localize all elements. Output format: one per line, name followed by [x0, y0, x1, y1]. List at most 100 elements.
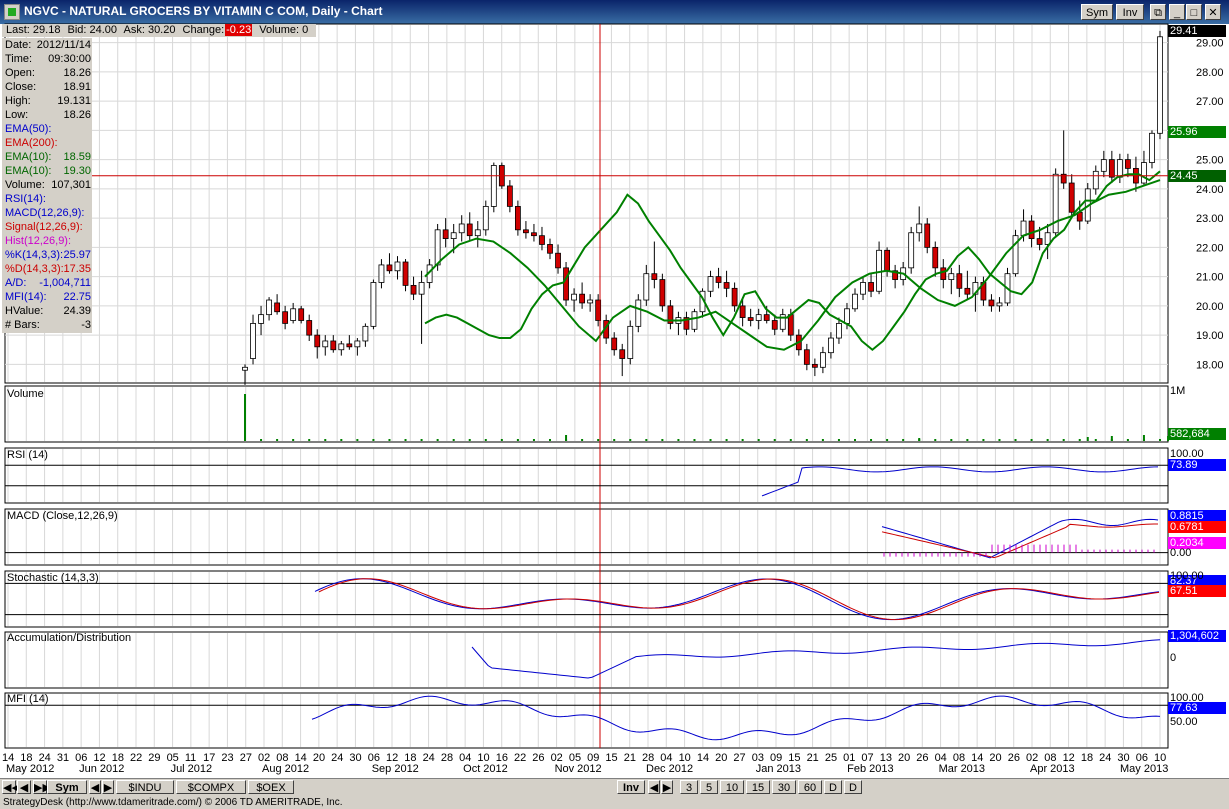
- data-window-label: # Bars:: [5, 319, 40, 331]
- bottom-toolbar: ◀◀ ◀ ▶▶ Sym ◀ ▶ $INDU $COMPX $OEX Inv ◀ ▶ …: [0, 778, 1229, 796]
- candle-body: [474, 229, 481, 237]
- candle-body: [964, 287, 971, 295]
- inv-tab-button[interactable]: Inv: [617, 780, 645, 794]
- data-window-label: Time:: [5, 53, 33, 65]
- data-window-label: Low:: [5, 109, 29, 121]
- data-window-label: A/D:: [5, 277, 27, 289]
- candle-body: [1116, 159, 1123, 178]
- period-tab[interactable]: 15: [746, 780, 770, 794]
- price-axis-label: 27.00: [1196, 96, 1224, 108]
- data-window-row: MFI(14): 22.75: [5, 290, 91, 304]
- date-axis-day: 20: [715, 752, 728, 764]
- data-window-label: HValue:: [5, 305, 44, 317]
- data-window-row: EMA(200):: [5, 136, 91, 150]
- data-window-value: 22.75: [63, 291, 91, 303]
- date-axis-day: 20: [312, 752, 326, 764]
- candle-body: [924, 223, 931, 248]
- candle-body: [811, 363, 818, 368]
- candle-body: [627, 325, 634, 359]
- date-axis-day: 27: [733, 752, 746, 764]
- candle-body: [298, 308, 305, 321]
- candle-body: [1036, 238, 1043, 245]
- tab-prev-icon[interactable]: ◀: [89, 780, 101, 794]
- candle-body: [868, 282, 874, 292]
- chart-area[interactable]: 29.0028.0027.0026.0025.0024.0023.0022.00…: [0, 0, 1229, 809]
- candle-body: [651, 273, 658, 280]
- date-axis-month: Nov 2012: [554, 763, 602, 775]
- ad-pane-label: Accumulation/Distribution: [7, 632, 132, 644]
- data-window-label: %K(14,3,3):: [5, 249, 64, 261]
- data-window-value: 19.30: [63, 165, 91, 177]
- volume-value: Volume: 0: [259, 24, 309, 36]
- candle-body: [739, 305, 746, 318]
- date-axis-day: 18: [1080, 752, 1094, 764]
- data-window-row: Close: 18.91: [5, 80, 91, 94]
- candle-body: [266, 299, 272, 316]
- candle-body: [330, 340, 337, 351]
- data-window-label: Close:: [5, 81, 37, 93]
- candle-body: [996, 302, 1003, 307]
- candle-body: [611, 337, 618, 351]
- symbol-tab[interactable]: $COMPX: [176, 780, 246, 794]
- date-axis-day: 24: [1099, 752, 1112, 764]
- price-axis-label: 21.00: [1196, 272, 1224, 284]
- data-window-label: Date:: [5, 39, 32, 51]
- ask-price: Ask: 30.20: [123, 24, 176, 36]
- period-tab[interactable]: D: [824, 780, 842, 794]
- period-next-icon[interactable]: ▶: [661, 780, 673, 794]
- date-axis-month: Sep 2012: [371, 763, 419, 775]
- mfi-axis-top: 100.00: [1170, 692, 1204, 704]
- data-window-value: -3: [81, 319, 91, 331]
- data-window-row: High: 19.131: [5, 94, 91, 108]
- period-tab[interactable]: 5: [700, 780, 718, 794]
- candle-body: [547, 244, 553, 254]
- candle-body: [314, 334, 321, 348]
- candle-body: [852, 293, 858, 310]
- data-window-row: Low: 18.26: [5, 108, 91, 122]
- data-window-label: %D(14,3,3):: [5, 263, 64, 275]
- scroll-left-icon[interactable]: ◀: [17, 780, 31, 794]
- date-axis-month: Oct 2012: [463, 763, 508, 775]
- period-tab[interactable]: D: [844, 780, 862, 794]
- candle-body: [258, 314, 264, 324]
- data-window-row: EMA(10): 19.30: [5, 164, 91, 178]
- data-window-row: %D(14,3,3): 17.35: [5, 262, 91, 276]
- candle-body: [1092, 170, 1099, 190]
- data-window-row: Open: 18.26: [5, 66, 91, 80]
- volume-pane-label: Volume: [7, 388, 44, 400]
- candle-body: [723, 282, 730, 289]
- candle-body: [322, 340, 329, 348]
- scroll-start-icon[interactable]: ◀◀: [2, 780, 20, 794]
- stochastic-d-tag: 67.51: [1168, 585, 1226, 597]
- candle-body: [635, 299, 642, 327]
- pane-sto: [4, 570, 1169, 628]
- sym-tab-button[interactable]: Sym: [47, 780, 87, 794]
- data-window-value: 18.26: [63, 109, 91, 121]
- scroll-end-icon[interactable]: ▶▶: [33, 780, 51, 794]
- candle-body: [1100, 159, 1107, 172]
- data-window-label: RSI(14):: [5, 193, 46, 205]
- data-window-row: Date: 2012/11/14: [5, 38, 91, 52]
- date-axis-day: 31: [56, 752, 70, 764]
- data-window-row: Time: 09:30:00: [5, 52, 91, 66]
- period-tab[interactable]: 60: [798, 780, 822, 794]
- data-window-value: 18.59: [63, 151, 91, 163]
- date-axis: 14 18 24 31 06 12 18 22 29 05 11 17 23 27 02 08 14 20 24 30…: [0, 751, 1168, 775]
- candle-body: [731, 287, 738, 307]
- candle-body: [563, 267, 569, 301]
- rsi-pane-label: RSI (14): [7, 449, 48, 461]
- period-tab[interactable]: 30: [772, 780, 796, 794]
- candle-body: [747, 317, 754, 321]
- candle-body: [771, 320, 778, 330]
- candle-body: [787, 314, 794, 336]
- period-tab[interactable]: 3: [680, 780, 698, 794]
- candle-body: [306, 320, 313, 336]
- symbol-tab[interactable]: $OEX: [248, 780, 294, 794]
- symbol-tab[interactable]: $INDU: [116, 780, 174, 794]
- date-axis-day: 24: [331, 752, 344, 764]
- tab-next-icon[interactable]: ▶: [102, 780, 114, 794]
- macd-axis-zero: 0.00: [1170, 547, 1192, 559]
- period-tab[interactable]: 10: [720, 780, 744, 794]
- date-axis-day: 21: [623, 752, 636, 764]
- period-prev-icon[interactable]: ◀: [648, 780, 660, 794]
